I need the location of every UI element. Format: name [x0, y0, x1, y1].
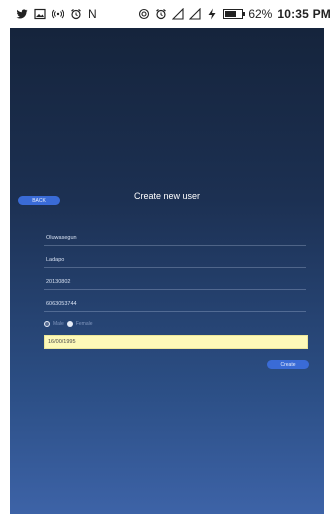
id-field[interactable]: 20130802 — [44, 275, 306, 290]
female-label: Female — [75, 321, 93, 327]
hotspot-icon — [52, 9, 64, 19]
charging-icon — [208, 8, 216, 20]
status-bar: N 62% 10:35 PM — [0, 0, 335, 28]
signal-icon — [189, 8, 201, 20]
signal-icon — [172, 8, 184, 20]
gender-radio-group: Male Female — [44, 321, 93, 327]
male-label: Male — [53, 321, 64, 327]
status-right-icons: 62% 10:35 PM — [138, 7, 331, 21]
id-value: 20130802 — [46, 279, 71, 285]
battery-percent: 62% — [248, 7, 273, 21]
phone-value: 6063053744 — [46, 301, 77, 307]
alarm-icon — [156, 9, 167, 20]
female-radio[interactable] — [66, 321, 73, 327]
first-name-value: Oluwasegun — [46, 235, 77, 241]
create-button[interactable]: Create — [267, 360, 309, 369]
battery-icon — [223, 9, 246, 19]
twitter-icon — [16, 9, 28, 19]
page-title: Create new user — [133, 191, 201, 201]
clock-time: 10:35 PM — [277, 7, 331, 21]
nfc-icon — [139, 8, 150, 20]
phone-field[interactable]: 6063053744 — [44, 297, 306, 312]
birth-date-field[interactable]: 16/00/1995 — [44, 335, 308, 349]
last-name-value: Ladapo — [46, 257, 65, 263]
birth-date-value: 16/00/1995 — [48, 339, 76, 345]
first-name-field[interactable]: Oluwasegun — [44, 231, 306, 246]
n-icon: N — [88, 7, 97, 21]
app-screen: BACK Create new user Oluwasegun Ladapo 2… — [10, 28, 324, 514]
last-name-field[interactable]: Ladapo — [44, 253, 306, 268]
status-left-icons: N — [16, 7, 97, 21]
alarm-icon — [71, 9, 81, 20]
male-radio[interactable] — [44, 321, 50, 327]
gallery-icon — [34, 8, 46, 20]
